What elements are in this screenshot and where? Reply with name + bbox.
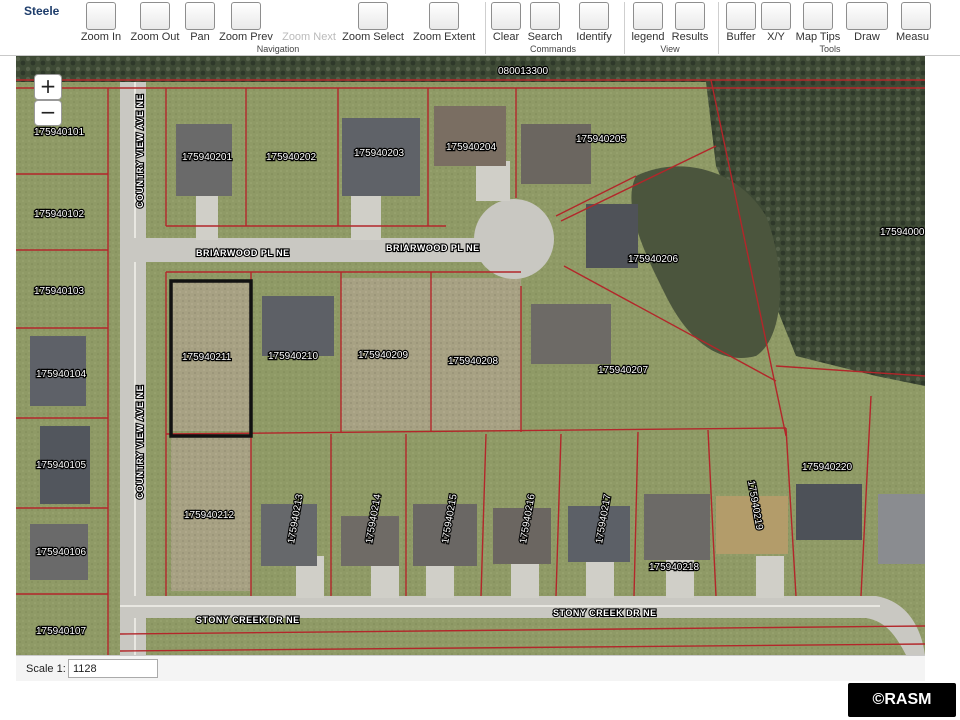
commands-group-label: Commands bbox=[529, 44, 576, 54]
zoom-extent-icon bbox=[429, 2, 459, 30]
legend-icon bbox=[633, 2, 663, 30]
aerial-map[interactable]: 080013300 175940201 175940202 175940203 … bbox=[16, 56, 925, 655]
driveway bbox=[586, 556, 614, 598]
parcel-label: 175940218 bbox=[649, 562, 699, 573]
house bbox=[531, 304, 611, 364]
parcel-label: 175940201 bbox=[182, 152, 232, 163]
tools-group-label: Tools bbox=[819, 44, 841, 54]
pan-button[interactable]: Pan bbox=[185, 2, 215, 43]
pan-icon bbox=[185, 2, 215, 30]
buffer-icon bbox=[726, 2, 756, 30]
house bbox=[262, 296, 334, 356]
map-tips-icon bbox=[803, 2, 833, 30]
clear-icon bbox=[491, 2, 521, 30]
results-button[interactable]: Results bbox=[672, 2, 708, 43]
zoom-select-icon bbox=[358, 2, 388, 30]
zoom-in-icon bbox=[86, 2, 116, 30]
parcel-label: 080013300 bbox=[498, 66, 548, 77]
zoom-out-icon bbox=[140, 2, 170, 30]
parcel-label: 175940103 bbox=[34, 286, 84, 297]
zoom-prev-icon bbox=[231, 2, 261, 30]
scale-label: Scale 1: bbox=[26, 663, 66, 675]
draw-button[interactable]: Draw bbox=[846, 2, 888, 43]
street-label: BRIARWOOD PL NE bbox=[196, 248, 290, 258]
gis-app: Steele Zoom In Zoom Out Pan Zoom Prev Zo… bbox=[0, 0, 960, 720]
road-centerline bbox=[120, 605, 880, 607]
parcel-label: 175940104 bbox=[36, 369, 86, 380]
parcel-label: 175940208 bbox=[448, 356, 498, 367]
parcel-label: 175940107 bbox=[36, 626, 86, 637]
legend-button[interactable]: legend bbox=[631, 2, 665, 43]
house bbox=[434, 106, 506, 166]
parcel-label: 175940209 bbox=[358, 350, 408, 361]
street-label: STONY CREEK DR NE bbox=[553, 608, 657, 618]
clear-button[interactable]: Clear bbox=[491, 2, 521, 43]
toolbar-separator bbox=[485, 2, 486, 54]
parcel-label: 175940211 bbox=[182, 352, 232, 363]
parcel-label: 175940204 bbox=[446, 142, 496, 153]
plus-icon: + bbox=[39, 74, 57, 98]
street-label: STONY CREEK DR NE bbox=[196, 615, 300, 625]
search-icon bbox=[530, 2, 560, 30]
xy-icon bbox=[761, 2, 791, 30]
driveway bbox=[196, 196, 218, 240]
zoom-prev-button[interactable]: Zoom Prev bbox=[219, 2, 273, 43]
parcel-label: 175940106 bbox=[36, 547, 86, 558]
parcel-label: 175940207 bbox=[598, 365, 648, 376]
search-button[interactable]: Search bbox=[528, 2, 562, 43]
status-bar: Scale 1: bbox=[16, 655, 925, 681]
parcel-label: 175940212 bbox=[184, 510, 234, 521]
toolbar-separator bbox=[624, 2, 625, 54]
watermark-text: ©RASM bbox=[872, 691, 932, 708]
parcel-label: 175940206 bbox=[628, 254, 678, 265]
map-view[interactable]: 080013300 175940201 175940202 175940203 … bbox=[16, 56, 925, 655]
identify-button[interactable]: Identify bbox=[576, 2, 612, 43]
house bbox=[644, 494, 710, 560]
parcel-label: 17594000 bbox=[880, 227, 925, 238]
measure-button[interactable]: Measu bbox=[896, 2, 936, 43]
parcel-label: 175940210 bbox=[268, 351, 318, 362]
measure-icon bbox=[901, 2, 931, 30]
county-title: Steele bbox=[24, 4, 60, 18]
driveway bbox=[476, 161, 510, 201]
view-group-label: View bbox=[660, 44, 680, 54]
results-icon bbox=[675, 2, 705, 30]
zoom-next-button[interactable]: Zoom Next bbox=[282, 2, 336, 43]
minus-icon: − bbox=[39, 100, 57, 124]
street-label: BRIARWOOD PL NE bbox=[386, 243, 480, 253]
house bbox=[796, 484, 862, 540]
map-zoom-in-button[interactable]: + bbox=[34, 74, 62, 100]
xy-button[interactable]: X/Y bbox=[761, 2, 791, 43]
driveway bbox=[351, 196, 381, 240]
toolbar-separator bbox=[718, 2, 719, 54]
parcel-label: 175940220 bbox=[802, 462, 852, 473]
zoom-extent-button[interactable]: Zoom Extent bbox=[413, 2, 475, 43]
parcel-label: 175940102 bbox=[34, 209, 84, 220]
tree-line-top bbox=[16, 56, 925, 82]
parcel-label: 175940101 bbox=[34, 127, 84, 138]
buffer-button[interactable]: Buffer bbox=[726, 2, 756, 43]
draw-icon bbox=[846, 2, 888, 30]
toolbar: Steele Zoom In Zoom Out Pan Zoom Prev Zo… bbox=[0, 0, 960, 56]
street-label: COUNTRY VIEW AVE NE bbox=[135, 94, 145, 208]
identify-icon bbox=[579, 2, 609, 30]
house bbox=[878, 494, 925, 564]
cul-de-sac bbox=[474, 199, 554, 279]
zoom-in-button[interactable]: Zoom In bbox=[81, 2, 121, 43]
map-zoom-out-button[interactable]: − bbox=[34, 100, 62, 126]
parcel-label: 175940202 bbox=[266, 152, 316, 163]
map-tips-button[interactable]: Map Tips bbox=[796, 2, 840, 43]
house bbox=[521, 124, 591, 184]
driveway bbox=[756, 556, 784, 598]
zoom-next-icon bbox=[294, 2, 324, 30]
scale-input[interactable] bbox=[68, 659, 158, 678]
street-label: COUNTRY VIEW AVE NE bbox=[135, 385, 145, 499]
zoom-select-button[interactable]: Zoom Select bbox=[342, 2, 404, 43]
parcel-label: 175940105 bbox=[36, 460, 86, 471]
parcel-label: 175940205 bbox=[576, 134, 626, 145]
navigation-group-label: Navigation bbox=[256, 44, 300, 54]
rasm-watermark: ©RASM bbox=[848, 683, 956, 717]
zoom-out-button[interactable]: Zoom Out bbox=[131, 2, 179, 43]
parcel-label: 175940203 bbox=[354, 148, 404, 159]
